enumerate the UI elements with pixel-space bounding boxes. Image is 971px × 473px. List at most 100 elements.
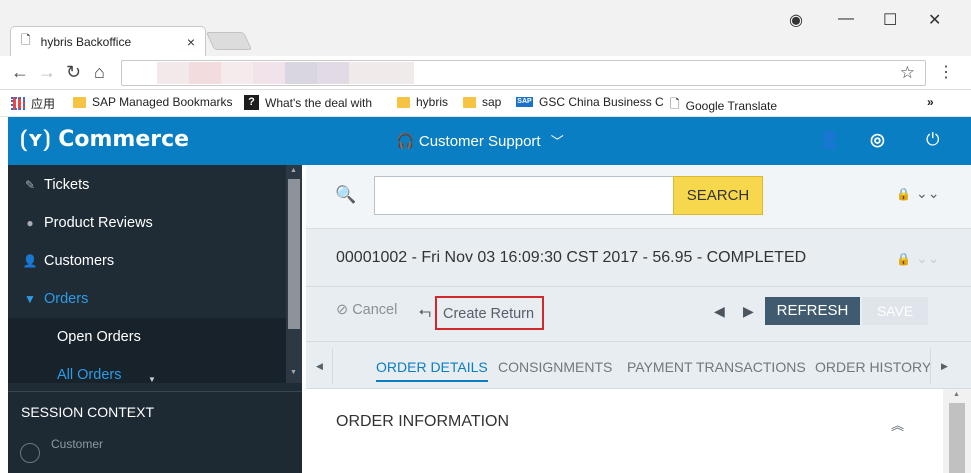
sidebar-item-label: Product Reviews <box>44 215 153 231</box>
folder-icon <box>463 96 476 108</box>
sap-icon: SAP <box>516 97 533 107</box>
home-icon[interactable]: ⌂ <box>94 62 105 83</box>
headset-icon: 🎧 <box>396 133 415 150</box>
commerce-logo: ⟮ʏ⟯ Commerce <box>20 127 190 152</box>
next-icon[interactable]: ▶ <box>743 303 754 320</box>
minimize-button[interactable]: — <box>838 10 854 28</box>
return-icon: ⮢ <box>419 303 432 320</box>
search-button[interactable]: SEARCH <box>673 176 763 215</box>
menu-icon[interactable]: ⋮ <box>938 62 954 82</box>
bookmark-hybris[interactable]: hybris <box>397 95 448 109</box>
cancel-icon: ⊘ <box>336 302 349 318</box>
advanced-search-icon[interactable]: 🔍 <box>335 185 356 205</box>
sidebar-item-label: Open Orders <box>57 329 141 345</box>
perspective-selector[interactable]: 🎧 Customer Support ﹀ <box>396 131 564 150</box>
bookmark-label: sap <box>482 95 502 109</box>
global-settings-icon[interactable]: ◎ <box>870 130 885 150</box>
bookmark-whats-the-deal[interactable]: ? What's the deal with <box>244 95 372 110</box>
sidebar: ✎ Tickets ● Product Reviews 👤 Customers … <box>8 165 302 473</box>
tab-scroll-right-icon[interactable]: ▶ <box>941 361 948 372</box>
caret-down-icon: ▼ <box>24 292 36 306</box>
save-button[interactable]: SAVE <box>862 297 928 325</box>
bookmark-google-translate[interactable]: 🗋 Google Translate <box>670 95 777 116</box>
sidebar-item-label: All Orders <box>57 367 122 383</box>
apps-icon <box>11 97 25 110</box>
close-window-button[interactable]: ✕ <box>928 10 941 30</box>
divider <box>332 348 333 384</box>
lock-icon[interactable]: 🔒 <box>896 252 911 266</box>
back-arrow-icon[interactable]: ← <box>11 62 29 83</box>
folder-icon <box>397 96 410 108</box>
tab-close-icon[interactable]: × <box>187 34 195 50</box>
bookmark-sap-managed[interactable]: SAP Managed Bookmarks <box>73 95 233 109</box>
maximize-button[interactable]: ☐ <box>883 10 897 30</box>
collapse-section-icon[interactable]: ︽ <box>891 415 904 434</box>
bookmark-label: What's the deal with <box>265 95 373 110</box>
sidebar-item-product-reviews[interactable]: ● Product Reviews <box>8 204 286 242</box>
sidebar-item-orders[interactable]: ▼ Orders <box>8 280 286 318</box>
scroll-up-icon[interactable]: ▲ <box>290 167 297 174</box>
tab-scroll-left-icon[interactable]: ◀ <box>316 361 323 372</box>
create-return-button[interactable]: Create Return <box>435 296 544 330</box>
bookmark-gsc-china[interactable]: SAP GSC China Business C <box>516 95 664 109</box>
search-input[interactable] <box>374 176 674 215</box>
tab-order-history[interactable]: ORDER HISTORY <box>815 359 931 375</box>
bookmark-label: Google Translate <box>685 98 778 113</box>
cancel-label: Cancel <box>352 302 398 318</box>
bookmark-label: 应用 <box>31 97 56 111</box>
reload-icon[interactable]: ↻ <box>66 62 81 83</box>
bookmark-apps[interactable]: 应用 <box>11 95 55 112</box>
session-context: SESSION CONTEXT Customer <box>8 391 302 473</box>
folder-icon <box>73 96 86 108</box>
perspective-label: Customer Support <box>418 133 541 150</box>
comment-icon: ● <box>26 216 34 230</box>
user-icon[interactable]: 👤 <box>819 130 840 150</box>
cancel-button[interactable]: ⊘ Cancel <box>336 302 397 318</box>
ticket-icon: ✎ <box>24 178 36 192</box>
session-customer-label: Customer <box>51 437 104 451</box>
tab-payment-transactions[interactable]: PAYMENT TRANSACTIONS <box>627 359 806 375</box>
page-icon: 🗋 <box>670 97 680 111</box>
scrollbar-thumb[interactable] <box>949 403 965 473</box>
bookmark-sap[interactable]: sap <box>463 95 501 109</box>
sidebar-item-label: Orders <box>44 291 89 307</box>
address-toolbar: ← → ↻ ⌂ ☆ ⋮ <box>0 56 971 90</box>
content-scrollbar[interactable]: ▲ <box>943 389 971 473</box>
star-icon[interactable]: ☆ <box>900 63 915 83</box>
sidebar-item-all-orders[interactable]: All Orders <box>8 356 286 383</box>
tab-title: hybris Backoffice <box>40 34 132 49</box>
forward-arrow-icon[interactable]: → <box>38 62 56 83</box>
app-header: ⟮ʏ⟯ Commerce 🎧 Customer Support ﹀ 👤 ◎ ⏻ <box>8 117 971 165</box>
bookmark-label: SAP Managed Bookmarks <box>92 95 233 109</box>
power-icon[interactable]: ⏻ <box>926 130 939 150</box>
profile-icon[interactable]: ◉ <box>789 10 803 30</box>
bookmark-label: GSC China Business C <box>539 95 664 109</box>
caret-down-icon: ▼ <box>148 375 156 384</box>
scroll-down-icon[interactable]: ▼ <box>290 369 297 376</box>
sidebar-item-label: Customers <box>44 253 115 269</box>
scrollbar-thumb[interactable] <box>288 179 300 329</box>
refresh-button[interactable]: REFRESH <box>765 297 860 325</box>
previous-icon[interactable]: ◀ <box>714 303 725 320</box>
sidebar-item-open-orders[interactable]: Open Orders <box>8 318 286 356</box>
browser-titlebar: 🗋 hybris Backoffice × ◉ — ☐ ✕ <box>0 0 971 56</box>
new-tab-button[interactable] <box>205 32 253 50</box>
main-panel: 🔍 SEARCH 🔒 ⌄⌄ 00001002 - Fri Nov 03 16:0… <box>306 165 971 473</box>
sidebar-item-customers[interactable]: 👤 Customers <box>8 242 286 280</box>
collapse-icon[interactable]: ⌄⌄ <box>916 250 939 267</box>
bookmarks-overflow-button[interactable]: » <box>927 95 934 109</box>
scroll-up-icon[interactable]: ▲ <box>953 391 960 398</box>
sidebar-item-tickets[interactable]: ✎ Tickets <box>8 166 286 204</box>
sidebar-scrollbar[interactable]: ▲ ▼ <box>286 165 302 383</box>
tab-consignments[interactable]: CONSIGNMENTS <box>498 359 612 375</box>
search-area: 🔍 SEARCH 🔒 ⌄⌄ <box>306 165 971 229</box>
divider <box>930 348 931 384</box>
tab-order-details[interactable]: ORDER DETAILS <box>376 359 488 382</box>
expand-icon[interactable]: ⌄⌄ <box>916 185 939 202</box>
lock-icon[interactable]: 🔒 <box>896 187 911 201</box>
url-input[interactable]: ☆ <box>121 60 926 86</box>
browser-tab[interactable]: 🗋 hybris Backoffice × <box>10 26 206 56</box>
sidebar-item-label: Tickets <box>44 177 90 193</box>
user-avatar-icon <box>20 443 40 463</box>
divider <box>306 286 971 287</box>
